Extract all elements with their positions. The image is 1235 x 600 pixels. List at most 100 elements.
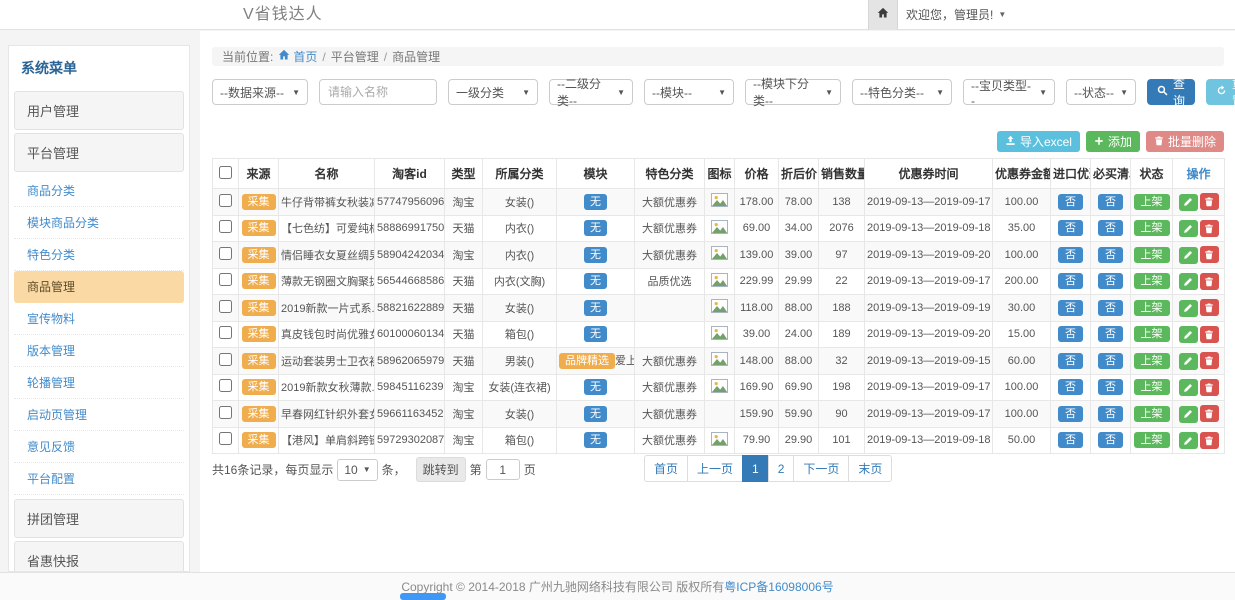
- row-checkbox[interactable]: [219, 194, 232, 207]
- sidebar-item[interactable]: 商品分类: [14, 175, 184, 207]
- must-buy-toggle[interactable]: 否: [1098, 432, 1123, 448]
- must-buy-toggle[interactable]: 否: [1098, 326, 1123, 342]
- row-checkbox[interactable]: [219, 326, 232, 339]
- page-size-select[interactable]: 10 ▼: [337, 459, 377, 481]
- page-button[interactable]: 2: [768, 455, 795, 482]
- module-select[interactable]: --模块--▼: [644, 79, 734, 105]
- search-button[interactable]: 查询: [1147, 79, 1195, 105]
- import-optimal-toggle[interactable]: 否: [1058, 247, 1083, 263]
- import-excel-button[interactable]: 导入excel: [997, 131, 1080, 152]
- status-button[interactable]: 上架: [1134, 247, 1170, 263]
- user-menu[interactable]: 欢迎您，管理员! ▼: [906, 0, 1006, 30]
- must-buy-toggle[interactable]: 否: [1098, 220, 1123, 236]
- sidebar-item[interactable]: 商品管理: [14, 271, 184, 303]
- import-optimal-toggle[interactable]: 否: [1058, 300, 1083, 316]
- row-checkbox[interactable]: [219, 353, 232, 366]
- must-buy-toggle[interactable]: 否: [1098, 406, 1123, 422]
- row-checkbox[interactable]: [219, 247, 232, 260]
- delete-button[interactable]: [1200, 299, 1219, 316]
- name-search-input[interactable]: [319, 79, 437, 105]
- row-checkbox[interactable]: [219, 273, 232, 286]
- batch-delete-button[interactable]: 批量删除: [1146, 131, 1224, 152]
- sidebar-item[interactable]: 平台配置: [14, 463, 184, 495]
- import-optimal-toggle[interactable]: 否: [1058, 379, 1083, 395]
- status-button[interactable]: 上架: [1134, 432, 1170, 448]
- sidebar-item[interactable]: 版本管理: [14, 335, 184, 367]
- home-button[interactable]: [868, 0, 898, 30]
- delete-button[interactable]: [1200, 405, 1219, 422]
- item-type-select[interactable]: --宝贝类型--▼: [963, 79, 1055, 105]
- sidebar-item[interactable]: 宣传物料: [14, 303, 184, 335]
- delete-button[interactable]: [1200, 193, 1219, 210]
- status-button[interactable]: 上架: [1134, 326, 1170, 342]
- edit-button[interactable]: [1179, 326, 1198, 343]
- status-button[interactable]: 上架: [1134, 273, 1170, 289]
- row-checkbox[interactable]: [219, 220, 232, 233]
- level1-category-select[interactable]: 一级分类▼: [448, 79, 538, 105]
- must-buy-toggle[interactable]: 否: [1098, 194, 1123, 210]
- sidebar-item[interactable]: 启动页管理: [14, 399, 184, 431]
- must-buy-toggle[interactable]: 否: [1098, 247, 1123, 263]
- import-optimal-toggle[interactable]: 否: [1058, 432, 1083, 448]
- must-buy-toggle[interactable]: 否: [1098, 353, 1123, 369]
- delete-button[interactable]: [1200, 326, 1219, 343]
- status-select[interactable]: --状态--▼: [1066, 79, 1136, 105]
- delete-button[interactable]: [1200, 246, 1219, 263]
- delete-button[interactable]: [1200, 273, 1219, 290]
- page-button[interactable]: 下一页: [793, 455, 849, 482]
- edit-button[interactable]: [1179, 300, 1198, 317]
- jump-button[interactable]: 跳转到: [416, 457, 466, 482]
- page-button[interactable]: 首页: [644, 455, 688, 482]
- delete-button[interactable]: [1200, 379, 1219, 396]
- import-optimal-toggle[interactable]: 否: [1058, 220, 1083, 236]
- sidebar-item[interactable]: 轮播管理: [14, 367, 184, 399]
- jump-page-input[interactable]: [486, 459, 520, 480]
- row-checkbox[interactable]: [219, 432, 232, 445]
- sidebar-section[interactable]: 拼团管理: [14, 499, 184, 538]
- import-optimal-toggle[interactable]: 否: [1058, 353, 1083, 369]
- edit-button[interactable]: [1179, 406, 1198, 423]
- feature-category-select[interactable]: --特色分类--▼: [852, 79, 952, 105]
- sidebar-item[interactable]: 意见反馈: [14, 431, 184, 463]
- edit-button[interactable]: [1179, 247, 1198, 264]
- delete-button[interactable]: [1200, 352, 1219, 369]
- edit-button[interactable]: [1179, 353, 1198, 370]
- page-button[interactable]: 1: [742, 455, 769, 482]
- level2-category-select[interactable]: --二级分类--▼: [549, 79, 633, 105]
- edit-button[interactable]: [1179, 432, 1198, 449]
- status-button[interactable]: 上架: [1134, 220, 1170, 236]
- edit-button[interactable]: [1179, 379, 1198, 396]
- row-checkbox[interactable]: [219, 406, 232, 419]
- sidebar-item[interactable]: 特色分类: [14, 239, 184, 271]
- icp-link[interactable]: 粤ICP备16098006号: [724, 578, 833, 595]
- sidebar-item[interactable]: 模块商品分类: [14, 207, 184, 239]
- status-button[interactable]: 上架: [1134, 300, 1170, 316]
- must-buy-toggle[interactable]: 否: [1098, 300, 1123, 316]
- status-button[interactable]: 上架: [1134, 353, 1170, 369]
- delete-button[interactable]: [1200, 220, 1219, 237]
- breadcrumb-home-link[interactable]: 首页: [278, 48, 317, 65]
- sidebar-section[interactable]: 平台管理: [14, 133, 184, 172]
- reset-button[interactable]: 重置: [1206, 79, 1235, 105]
- must-buy-toggle[interactable]: 否: [1098, 273, 1123, 289]
- status-button[interactable]: 上架: [1134, 406, 1170, 422]
- sidebar-section[interactable]: 用户管理: [14, 91, 184, 130]
- status-button[interactable]: 上架: [1134, 194, 1170, 210]
- select-all-checkbox[interactable]: [219, 166, 232, 179]
- edit-button[interactable]: [1179, 273, 1198, 290]
- row-checkbox[interactable]: [219, 379, 232, 392]
- import-optimal-toggle[interactable]: 否: [1058, 326, 1083, 342]
- delete-button[interactable]: [1200, 432, 1219, 449]
- page-button[interactable]: 上一页: [687, 455, 743, 482]
- must-buy-toggle[interactable]: 否: [1098, 379, 1123, 395]
- sidebar-section[interactable]: 省惠快报: [14, 541, 184, 572]
- row-checkbox[interactable]: [219, 300, 232, 313]
- page-button[interactable]: 末页: [848, 455, 892, 482]
- edit-button[interactable]: [1179, 220, 1198, 237]
- module-sub-category-select[interactable]: --模块下分类--▼: [745, 79, 841, 105]
- edit-button[interactable]: [1179, 194, 1198, 211]
- status-button[interactable]: 上架: [1134, 379, 1170, 395]
- data-source-select[interactable]: --数据来源--▼: [212, 79, 308, 105]
- import-optimal-toggle[interactable]: 否: [1058, 406, 1083, 422]
- import-optimal-toggle[interactable]: 否: [1058, 194, 1083, 210]
